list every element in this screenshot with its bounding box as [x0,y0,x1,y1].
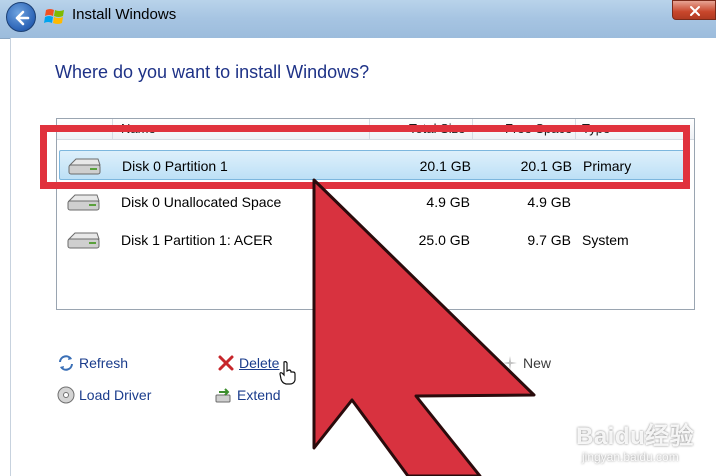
watermark-url: jingyan.baidu.com [582,450,679,464]
red-pointer-arrow [312,178,536,476]
watermark: Baidu经验 jingyan.baidu.com [576,416,695,464]
watermark-logo: Baidu经验 [576,423,695,450]
